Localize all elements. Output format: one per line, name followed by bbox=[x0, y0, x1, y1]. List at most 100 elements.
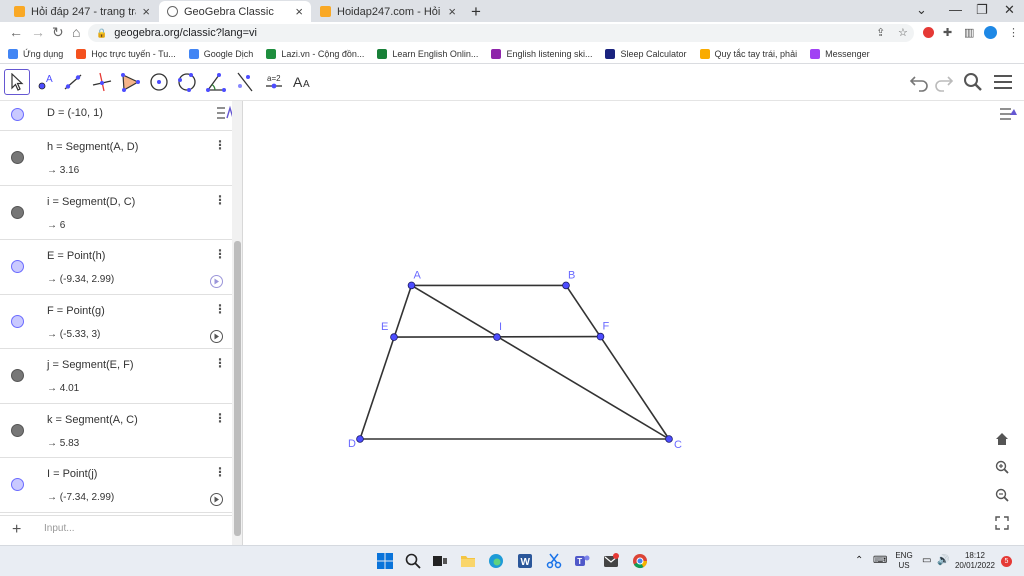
forward-arrow-icon[interactable]: → bbox=[31, 25, 45, 39]
reflect-about-line-tool-icon[interactable] bbox=[232, 69, 258, 95]
visibility-toggle-icon[interactable] bbox=[11, 478, 24, 491]
move-tool-icon[interactable] bbox=[4, 69, 30, 95]
point-E[interactable] bbox=[390, 333, 398, 341]
browser-menu-icon[interactable]: ⋮ bbox=[1008, 26, 1019, 39]
circle-center-point-tool-icon[interactable] bbox=[146, 69, 172, 95]
restore-icon[interactable]: ❐ bbox=[976, 2, 988, 18]
point-B[interactable] bbox=[562, 281, 570, 290]
extensions-puzzle-icon[interactable]: ✚ bbox=[943, 26, 952, 39]
address-bar[interactable]: 🔒 geogebra.org/classic?lang=vi bbox=[88, 24, 914, 42]
algebra-row[interactable]: D = (-10, 1) bbox=[0, 101, 232, 131]
bookmark-item[interactable]: Learn English Onlin... bbox=[377, 48, 478, 59]
row-menu-icon[interactable]: ⋮ bbox=[214, 193, 226, 207]
edge-browser-icon[interactable] bbox=[487, 552, 505, 570]
segment-BC[interactable] bbox=[565, 284, 670, 440]
algebra-definition[interactable]: i = Segment(D, C) bbox=[47, 196, 135, 208]
circle-three-points-tool-icon[interactable] bbox=[174, 69, 200, 95]
algebra-definition[interactable]: I = Point(j) bbox=[47, 468, 97, 480]
tab-search-chevron-icon[interactable]: ⌄ bbox=[916, 2, 927, 18]
windows-start-icon[interactable] bbox=[376, 552, 394, 570]
segment-AD[interactable] bbox=[359, 285, 413, 440]
mail-icon[interactable] bbox=[602, 552, 620, 570]
angle-tool-icon[interactable] bbox=[203, 69, 229, 95]
standard-view-home-icon[interactable] bbox=[993, 430, 1011, 448]
algebra-scrollbar[interactable] bbox=[232, 101, 242, 545]
chrome-icon[interactable] bbox=[631, 552, 649, 570]
search-icon[interactable] bbox=[963, 72, 983, 95]
browser-tab-hoidap247-online[interactable]: Hoidap247.com - Hỏi đáp online × bbox=[312, 1, 464, 22]
point-F[interactable] bbox=[596, 332, 605, 341]
opera-extension-icon[interactable] bbox=[923, 27, 934, 38]
file-explorer-icon[interactable] bbox=[459, 552, 477, 570]
close-icon[interactable]: × bbox=[142, 5, 150, 18]
row-menu-icon[interactable]: ⋮ bbox=[214, 247, 226, 261]
algebra-definition[interactable]: j = Segment(E, F) bbox=[47, 359, 134, 371]
hamburger-menu-icon[interactable] bbox=[993, 72, 1013, 95]
algebra-input-bar[interactable]: + Input... bbox=[0, 515, 232, 543]
slider-tool-icon[interactable]: a=2 bbox=[261, 69, 287, 95]
reload-icon[interactable]: ↻ bbox=[52, 25, 64, 39]
row-menu-icon[interactable]: ⋮ bbox=[214, 411, 226, 425]
close-icon[interactable]: × bbox=[295, 5, 303, 18]
algebra-row[interactable]: h = Segment(A, D) → 3.16 ⋮ bbox=[0, 131, 232, 186]
algebra-definition[interactable]: F = Point(g) bbox=[47, 305, 105, 317]
algebra-definition[interactable]: k = Segment(A, C) bbox=[47, 414, 138, 426]
home-icon[interactable]: ⌂ bbox=[72, 25, 80, 39]
bookmark-item[interactable]: English listening ski... bbox=[491, 48, 592, 59]
notifications-badge[interactable]: 5 bbox=[1001, 556, 1012, 567]
visibility-toggle-icon[interactable] bbox=[11, 314, 24, 328]
visibility-toggle-icon[interactable] bbox=[11, 108, 24, 121]
share-icon[interactable]: ⇪ bbox=[876, 26, 885, 39]
side-panel-icon[interactable]: ▥ bbox=[964, 26, 974, 39]
bookmark-item[interactable]: Lazi.vn - Cộng đồn... bbox=[266, 48, 364, 59]
point-I[interactable] bbox=[493, 333, 501, 341]
row-menu-icon[interactable]: ⋮ bbox=[214, 356, 226, 370]
minimize-icon[interactable]: — bbox=[949, 2, 962, 17]
point-D[interactable] bbox=[356, 435, 364, 443]
algebra-row[interactable]: E = Point(h) → (-9.34, 2.99) ⋮ bbox=[0, 240, 232, 295]
animation-play-icon[interactable] bbox=[210, 329, 223, 343]
new-tab-plus-icon[interactable]: + bbox=[471, 3, 481, 20]
close-icon[interactable]: × bbox=[448, 5, 456, 18]
animation-play-icon[interactable] bbox=[210, 275, 223, 288]
zoom-out-icon[interactable] bbox=[993, 486, 1011, 504]
segment-AC[interactable] bbox=[411, 284, 670, 440]
show-hidden-icons-chevron-icon[interactable]: ⌃ bbox=[855, 556, 863, 566]
back-arrow-icon[interactable]: ← bbox=[9, 25, 23, 39]
algebra-row[interactable]: F = Point(g) → (-5.33, 3) ⋮ bbox=[0, 295, 232, 349]
algebra-definition[interactable]: D = (-10, 1) bbox=[47, 107, 103, 119]
line-tool-icon[interactable] bbox=[60, 69, 86, 95]
graphics-view[interactable]: A B C D E F I bbox=[244, 101, 1024, 545]
zoom-in-icon[interactable] bbox=[993, 458, 1011, 476]
browser-tab-hoidap247-trang-tra-loi[interactable]: Hỏi đáp 247 - trang tra lời × bbox=[6, 1, 158, 22]
perpendicular-line-tool-icon[interactable] bbox=[89, 69, 115, 95]
row-menu-icon[interactable]: ⋮ bbox=[214, 465, 226, 479]
fullscreen-icon[interactable] bbox=[993, 514, 1011, 532]
bookmark-item[interactable]: Học trực tuyến - Tu... bbox=[76, 48, 176, 59]
row-menu-icon[interactable]: ⋮ bbox=[214, 302, 226, 316]
profile-avatar-icon[interactable] bbox=[984, 26, 997, 39]
bookmark-item[interactable]: Messenger bbox=[810, 48, 870, 59]
scrollbar-thumb[interactable] bbox=[234, 241, 241, 536]
point-C[interactable] bbox=[665, 435, 673, 443]
visibility-toggle-icon[interactable] bbox=[11, 151, 24, 164]
volume-icon[interactable]: 🔊 bbox=[937, 556, 949, 566]
algebra-row[interactable]: k = Segment(A, C) → 5.83 ⋮ bbox=[0, 404, 232, 458]
browser-tab-geogebra-classic[interactable]: GeoGebra Classic × bbox=[159, 1, 311, 22]
construction-canvas[interactable]: A B C D E F I bbox=[244, 101, 1024, 545]
point-tool-icon[interactable]: A bbox=[33, 69, 59, 95]
visibility-toggle-icon[interactable] bbox=[11, 205, 24, 219]
row-menu-icon[interactable]: ⋮ bbox=[214, 138, 226, 152]
visibility-toggle-icon[interactable] bbox=[11, 369, 24, 382]
polygon-tool-icon[interactable] bbox=[117, 69, 143, 95]
bookmark-item[interactable]: Google Dịch bbox=[188, 48, 253, 59]
keyboard-icon[interactable]: ⌨ bbox=[873, 556, 887, 566]
animation-play-icon[interactable] bbox=[210, 493, 223, 506]
algebra-definition[interactable]: h = Segment(A, D) bbox=[47, 141, 138, 153]
taskbar-search-icon[interactable] bbox=[404, 552, 422, 570]
snipping-tool-icon[interactable] bbox=[545, 552, 563, 570]
point-A[interactable] bbox=[407, 281, 416, 290]
undo-icon[interactable] bbox=[909, 72, 929, 95]
bookmark-item[interactable]: Sleep Calculator bbox=[605, 48, 687, 59]
visibility-toggle-icon[interactable] bbox=[11, 260, 24, 273]
